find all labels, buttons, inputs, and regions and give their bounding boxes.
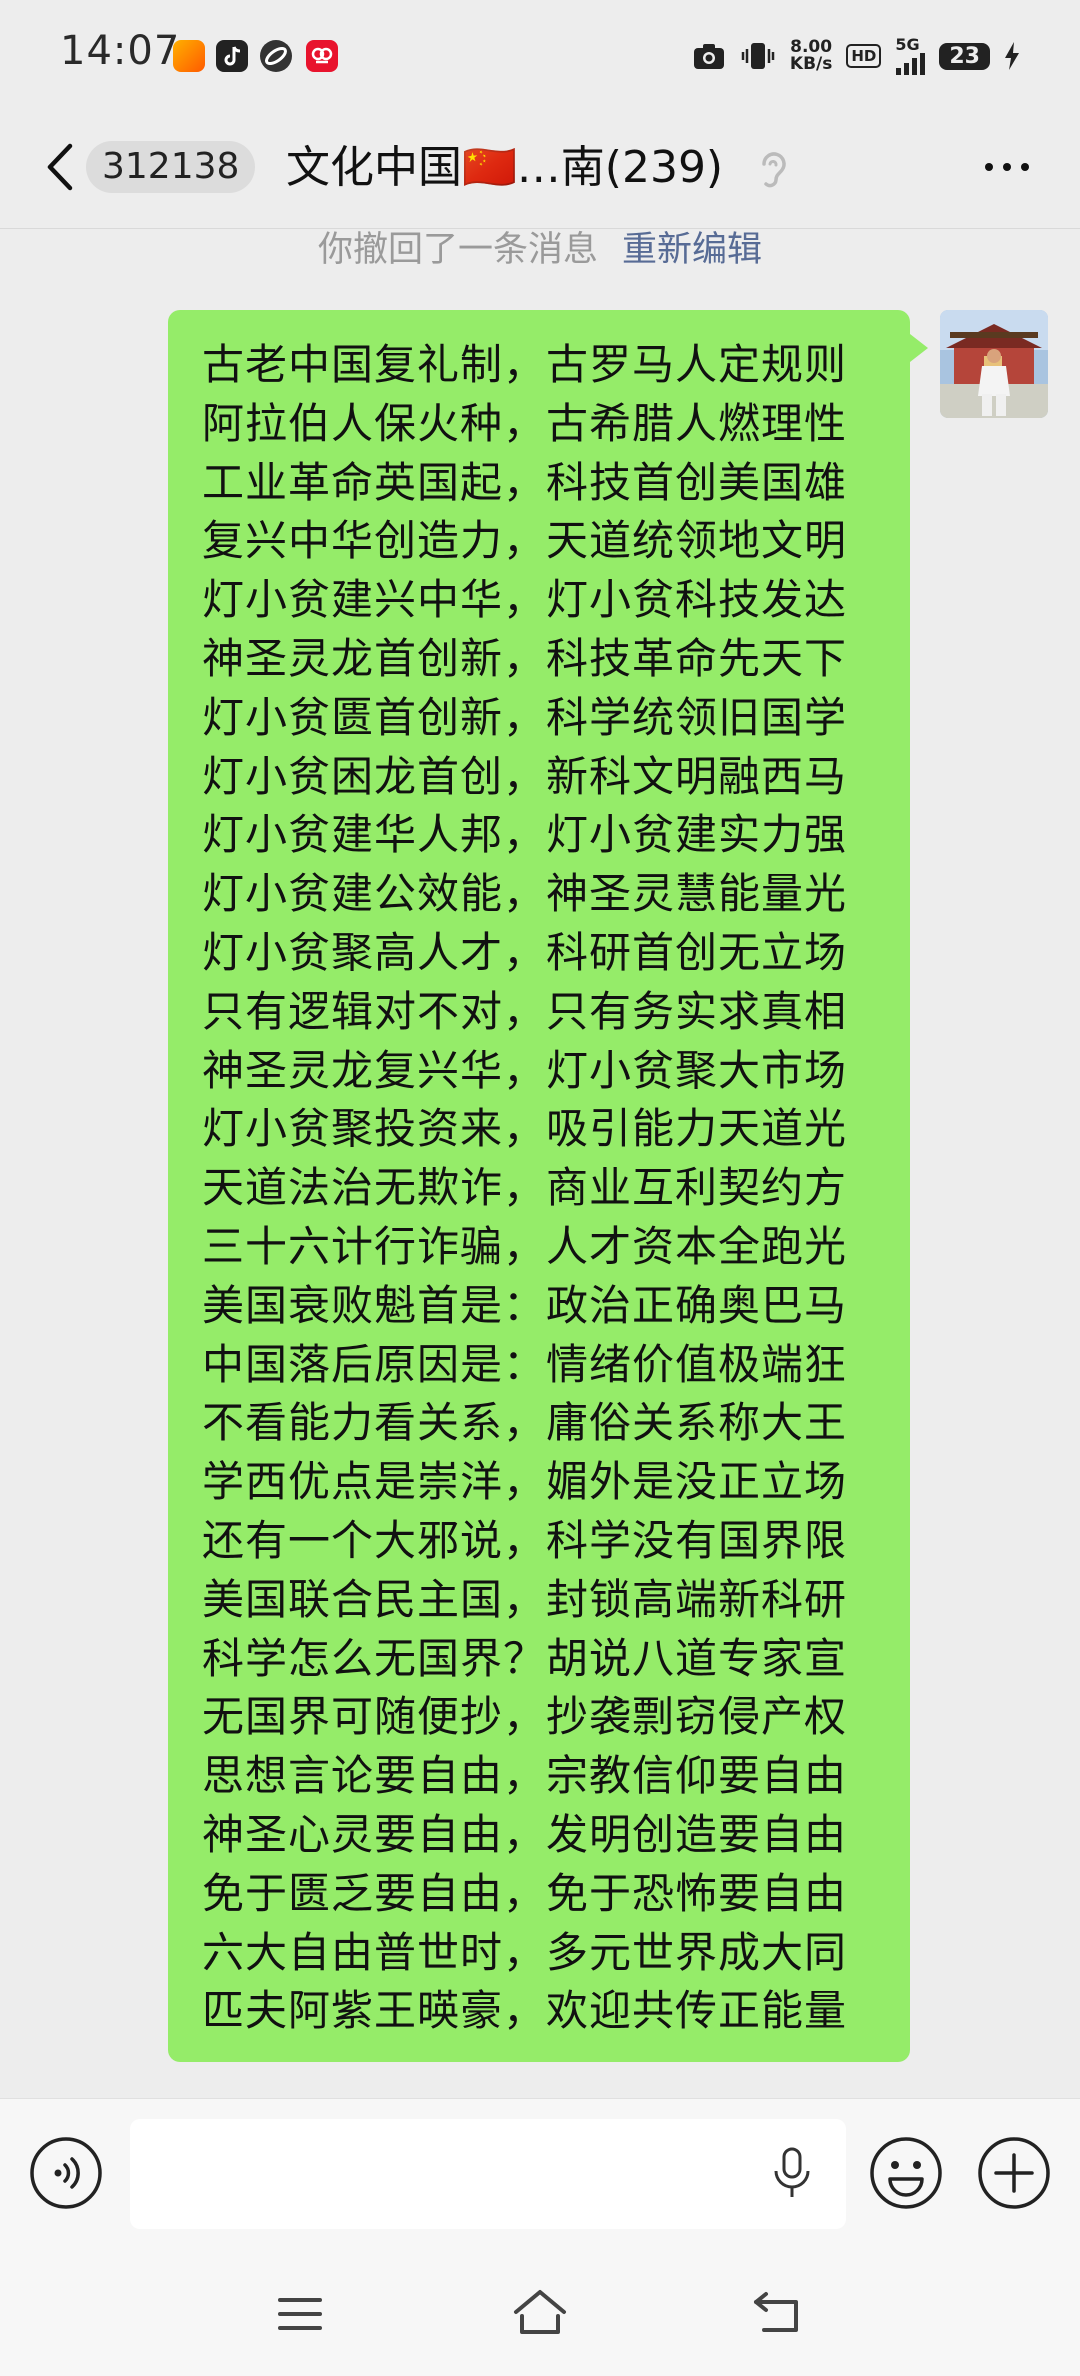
message-line: 神圣灵龙首创新，科技革命先天下: [202, 633, 848, 683]
message-line: 灯小贫匮首创新，科学统领旧国学: [202, 692, 848, 742]
bubble-tail: [910, 334, 928, 362]
message-line: 美国联合民主国，封锁高端新科研: [202, 1574, 848, 1624]
status-bar: 14:07 8.00 KB/s HD 5G 23: [0, 0, 1080, 112]
message-line: 灯小贫建公效能，神圣灵慧能量光: [202, 869, 848, 919]
message-line: 免于匮乏要自由，免于恐怖要自由: [202, 1868, 848, 1918]
message-line: 不看能力看关系，庸俗关系称大王: [202, 1398, 848, 1448]
input-bar: [0, 2098, 1080, 2247]
message-line: 还有一个大邪说，科学没有国界限: [202, 1515, 848, 1565]
back-icon[interactable]: [752, 2288, 804, 2336]
message-line: 灯小贫聚投资来，吸引能力天道光: [202, 1104, 848, 1154]
earpiece-mode-icon: [762, 152, 786, 188]
message-line: 中国落后原因是：情绪价值极端狂: [202, 1339, 848, 1389]
system-nav-bar: [0, 2246, 1080, 2376]
recall-notice-text: 你撤回了一条消息: [317, 230, 598, 270]
camera-icon: [693, 44, 724, 69]
net-speed: 8.00 KB/s: [789, 37, 833, 74]
message-line: 科学怎么无国界？胡说八道专家宣: [202, 1633, 848, 1683]
home-icon[interactable]: [510, 2286, 570, 2338]
unread-count-badge[interactable]: 312138: [86, 141, 256, 193]
message-line: 古老中国复礼制，古罗马人定规则: [202, 340, 848, 389]
message-line: 阿拉伯人保火种，古希腊人燃理性: [202, 398, 848, 448]
battery-level: 23: [939, 42, 990, 70]
message-line: 神圣心灵要自由，发明创造要自由: [202, 1809, 848, 1859]
message-input[interactable]: [130, 2119, 846, 2229]
message-line: 灯小贫困龙首创，新科文明融西马: [202, 751, 848, 801]
message-line: 工业革命英国起，科技首创美国雄: [202, 457, 848, 507]
message-line: 复兴中华创造力，天道统领地文明: [202, 516, 848, 566]
vibrate-icon: [741, 43, 775, 69]
app-video-icon: [173, 40, 205, 72]
back-arrow-icon[interactable]: [40, 140, 80, 194]
message-line: 灯小贫建兴中华，灯小贫科技发达: [202, 575, 848, 625]
chat-header: 312138 文化中国🇨🇳…南(239): [0, 112, 1080, 228]
message-line: 六大自由普世时，多元世界成大同: [202, 1927, 848, 1977]
message-line: 思想言论要自由，宗教信仰要自由: [202, 1751, 848, 1801]
message-line: 神圣灵龙复兴华，灯小贫聚大市场: [202, 1045, 848, 1095]
message-line: 灯小贫建华人邦，灯小贫建实力强: [202, 810, 848, 860]
signal-indicator: 5G: [895, 37, 926, 75]
recall-notice: 你撤回了一条消息 重新编辑: [0, 225, 1080, 275]
status-time: 14:07: [60, 28, 181, 74]
tiktok-icon: [216, 40, 248, 72]
message-line: 无国界可随便抄，抄袭剽窃侵产权: [202, 1692, 848, 1742]
message-line: 美国衰败魁首是：政治正确奥巴马: [202, 1280, 848, 1330]
message-line: 灯小贫聚高人才，科研首创无立场: [202, 927, 848, 977]
message-line: 天道法治无欺诈，商业互利契约方: [202, 1163, 848, 1213]
voice-icon[interactable]: [28, 2135, 104, 2211]
app-red-icon: [306, 40, 338, 72]
more-options-icon[interactable]: [982, 152, 1032, 182]
message-line: 只有逻辑对不对，只有务实求真相: [202, 986, 848, 1036]
message-line: 三十六计行诈骗，人才资本全跑光: [202, 1221, 848, 1271]
message-line: 学西优点是崇洋，媚外是没正立场: [202, 1457, 848, 1507]
app-link-icon: [260, 40, 292, 72]
chat-title[interactable]: 文化中国🇨🇳…南(239): [286, 140, 723, 196]
signal-icon: [896, 53, 926, 75]
mic-icon[interactable]: [770, 2145, 814, 2201]
sender-avatar[interactable]: [940, 310, 1048, 418]
emoji-icon[interactable]: [868, 2135, 944, 2211]
re-edit-link[interactable]: 重新编辑: [622, 230, 762, 270]
charging-icon: [1005, 42, 1019, 70]
hd-badge: HD: [846, 44, 882, 68]
message-bubble[interactable]: 古老中国复礼制，古罗马人定规则 阿拉伯人保火种，古希腊人燃理性 工业革命英国起，…: [168, 310, 928, 2062]
message-line: 匹夫阿紫王暎豪，欢迎共传正能量: [202, 1986, 848, 2036]
plus-icon[interactable]: [976, 2135, 1052, 2211]
menu-icon[interactable]: [276, 2294, 324, 2334]
